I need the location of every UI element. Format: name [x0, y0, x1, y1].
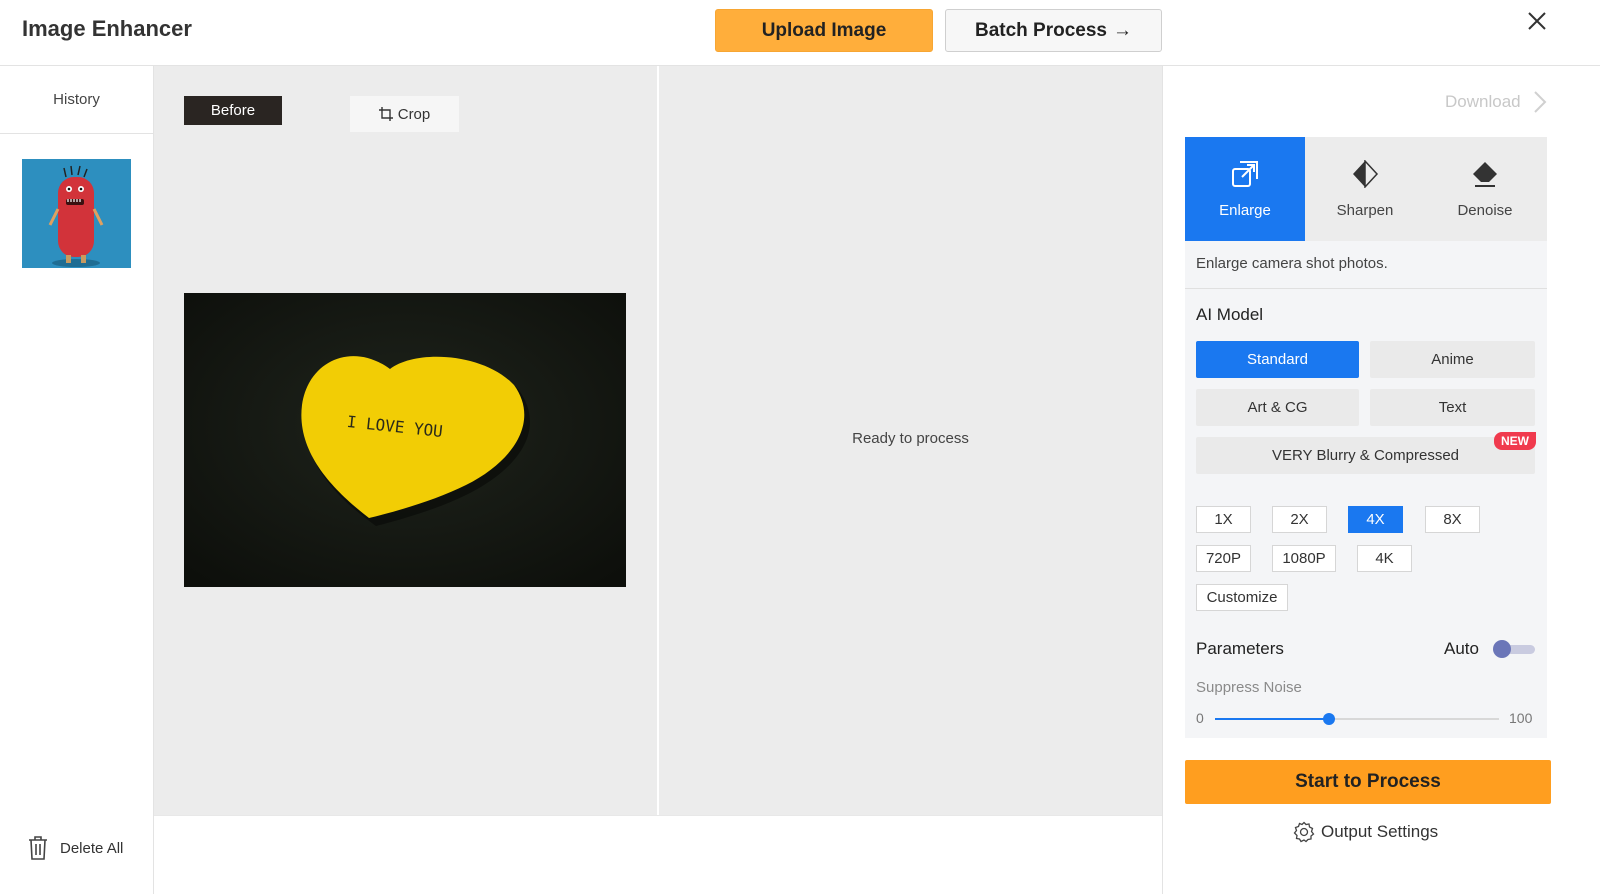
heart-note-image: I LOVE YOU: [184, 293, 626, 587]
enlarge-icon: [1232, 160, 1258, 187]
after-preview-pane: Ready to process: [659, 66, 1162, 815]
ready-status: Ready to process: [852, 430, 969, 447]
scale-720p-button[interactable]: 720P: [1196, 545, 1251, 572]
arrow-right-icon: →: [1113, 19, 1132, 41]
model-very-blurry-label: VERY Blurry & Compressed: [1271, 447, 1460, 464]
tab-sharpen-label: Sharpen: [1336, 201, 1394, 219]
denoise-icon: [1473, 161, 1497, 187]
delete-all-button[interactable]: Delete All: [28, 836, 123, 860]
before-label: Before: [184, 96, 282, 125]
model-anime-button[interactable]: Anime: [1370, 341, 1535, 378]
before-preview-pane: Before Crop I LOVE YOU: [154, 66, 657, 815]
tab-enlarge[interactable]: Enlarge: [1185, 137, 1305, 241]
tab-denoise[interactable]: Denoise: [1425, 137, 1545, 241]
parameters-title: Parameters: [1196, 639, 1284, 658]
history-thumbnail[interactable]: [22, 159, 131, 268]
model-standard-button[interactable]: Standard: [1196, 341, 1359, 378]
settings-panel: Download Enlarge Sharpen Denoise Enlarge…: [1162, 66, 1600, 894]
batch-process-button[interactable]: Batch Process →: [945, 9, 1162, 52]
app-title: Image Enhancer: [22, 16, 192, 41]
output-settings-button[interactable]: Output Settings: [1293, 821, 1438, 843]
enhance-settings: Enlarge Sharpen Denoise Enlarge camera s…: [1185, 137, 1547, 738]
ai-model-title: AI Model: [1196, 305, 1264, 324]
customize-button[interactable]: Customize: [1196, 584, 1288, 611]
batch-process-label: Batch Process: [974, 19, 1107, 41]
gear-icon: [1293, 821, 1315, 843]
slider-min-label: 0: [1196, 710, 1204, 726]
scale-1x-button[interactable]: 1X: [1196, 506, 1251, 533]
tab-description: Enlarge camera shot photos.: [1196, 255, 1388, 272]
suppress-noise-slider[interactable]: [1215, 711, 1499, 727]
sharpen-icon: [1353, 159, 1379, 188]
upload-image-button[interactable]: Upload Image: [715, 9, 933, 52]
scale-8x-button[interactable]: 8X: [1425, 506, 1480, 533]
delete-all-label: Delete All: [60, 839, 124, 857]
model-very-blurry-button[interactable]: VERY Blurry & Compressed NEW: [1196, 432, 1536, 474]
close-icon[interactable]: [1524, 8, 1550, 34]
mode-tabs: Enlarge Sharpen Denoise: [1185, 137, 1547, 241]
auto-label: Auto: [1444, 639, 1479, 658]
slider-thumb[interactable]: [1322, 713, 1335, 725]
suppress-noise-label: Suppress Noise: [1196, 679, 1302, 696]
tab-denoise-label: Denoise: [1457, 201, 1513, 219]
chevron-right-icon: [1533, 91, 1547, 113]
app-header: Image Enhancer Upload Image Batch Proces…: [0, 0, 1600, 66]
start-process-button[interactable]: Start to Process: [1185, 760, 1551, 804]
scale-2x-button[interactable]: 2X: [1272, 506, 1327, 533]
auto-toggle[interactable]: [1493, 640, 1535, 658]
scale-4x-button[interactable]: 4X: [1348, 506, 1403, 533]
tab-sharpen[interactable]: Sharpen: [1305, 137, 1425, 241]
download-label: Download: [1445, 92, 1521, 111]
new-badge: NEW: [1494, 432, 1536, 450]
crop-icon: [378, 107, 393, 121]
preview-footer: [154, 815, 1162, 894]
section-divider: [1185, 288, 1547, 289]
monster-thumbnail-image: [22, 159, 131, 268]
output-settings-label: Output Settings: [1321, 822, 1439, 841]
history-label: History: [0, 66, 153, 134]
model-text-button[interactable]: Text: [1370, 389, 1535, 426]
source-photo: I LOVE YOU: [184, 293, 626, 587]
slider-max-label: 100: [1509, 710, 1533, 726]
crop-button[interactable]: Crop: [350, 96, 459, 132]
model-art-cg-button[interactable]: Art & CG: [1196, 389, 1359, 426]
crop-label: Crop: [397, 105, 431, 123]
download-button[interactable]: Download: [1445, 90, 1547, 114]
history-sidebar: History Delete All: [0, 66, 154, 894]
trash-icon: [29, 836, 47, 860]
auto-toggle-knob: [1493, 640, 1511, 658]
tab-enlarge-label: Enlarge: [1219, 201, 1271, 219]
slider-fill: [1215, 718, 1329, 720]
scale-1080p-button[interactable]: 1080P: [1272, 545, 1336, 572]
scale-4k-button[interactable]: 4K: [1357, 545, 1412, 572]
